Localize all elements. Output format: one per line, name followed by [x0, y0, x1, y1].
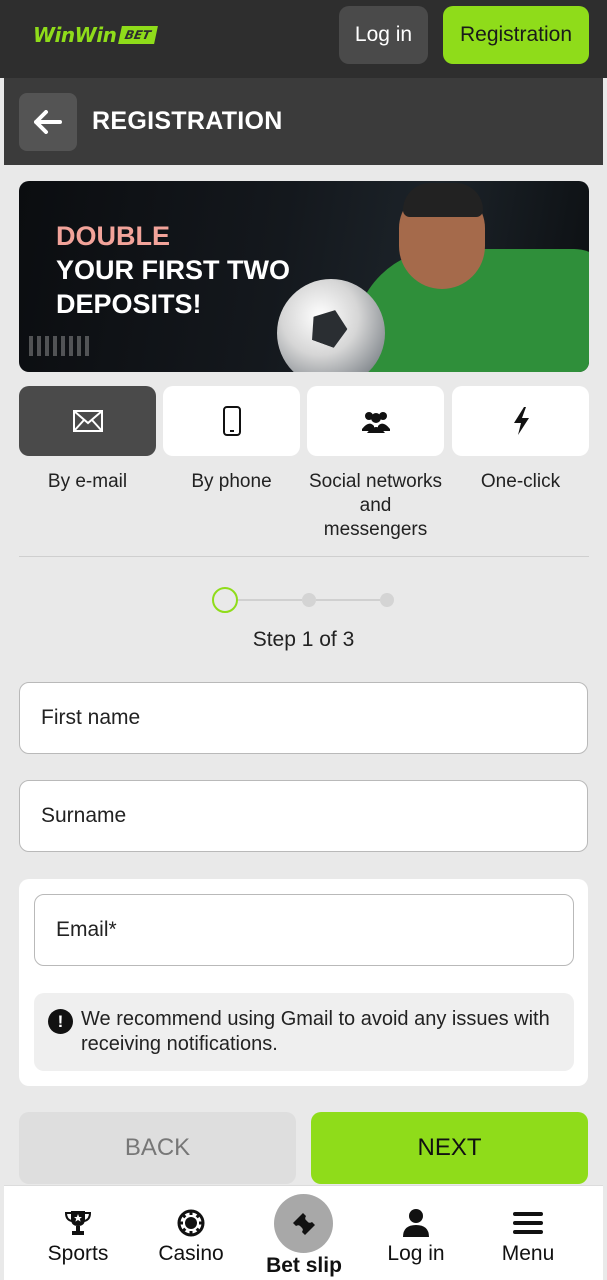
player-hair — [403, 183, 483, 217]
menu-icon — [513, 1212, 543, 1234]
users-icon — [361, 412, 390, 433]
method-oneclick-label[interactable]: One-click — [452, 470, 589, 494]
nav-sports[interactable]: Sports — [33, 1186, 123, 1280]
brand-logo[interactable]: WinWin BET — [33, 22, 158, 48]
first-name-field[interactable]: First name — [19, 682, 588, 754]
banner-line-3: DEPOSITS! — [56, 289, 202, 319]
page-title: REGISTRATION — [92, 107, 283, 135]
step-label: Step 1 of 3 — [252, 628, 355, 651]
method-email-label[interactable]: By e-mail — [19, 470, 156, 494]
nav-sports-label: Sports — [47, 1242, 109, 1265]
method-email-tab[interactable] — [19, 386, 156, 456]
top-bar: WinWin BET Log in Registration — [0, 0, 607, 78]
logo-badge: BET — [118, 26, 158, 44]
nav-menu-label: Menu — [501, 1242, 555, 1265]
nav-menu[interactable]: Menu — [483, 1186, 573, 1280]
login-button[interactable]: Log in — [339, 6, 428, 64]
nav-betslip-label[interactable]: Bet slip — [244, 1254, 364, 1278]
back-button[interactable]: BACK — [19, 1112, 296, 1184]
casino-chip-icon — [177, 1209, 205, 1237]
bottom-navigation: Sports Casino Bet slip Log in Menu — [4, 1185, 603, 1280]
method-social-tab[interactable] — [307, 386, 444, 456]
banner-headline: DOUBLE YOUR FIRST TWO DEPOSITS! — [56, 219, 290, 321]
surname-field[interactable]: Surname — [19, 780, 588, 852]
step-connector — [316, 599, 380, 601]
banner-highlight: DOUBLE — [56, 221, 170, 251]
step-indicator — [380, 593, 394, 607]
section-divider — [19, 556, 589, 557]
nav-casino-label: Casino — [158, 1242, 224, 1265]
lightning-icon — [513, 407, 529, 435]
promo-banner[interactable]: DOUBLE YOUR FIRST TWO DEPOSITS! — [19, 181, 589, 372]
nav-login[interactable]: Log in — [371, 1186, 461, 1280]
phone-icon — [222, 406, 241, 436]
gmail-notice: ! We recommend using Gmail to avoid any … — [34, 993, 574, 1071]
next-button[interactable]: NEXT — [311, 1112, 588, 1184]
trophy-icon — [64, 1211, 92, 1235]
back-arrow-button[interactable] — [19, 93, 77, 151]
email-field[interactable]: Email* — [34, 894, 574, 966]
envelope-icon — [72, 410, 103, 432]
step-indicator — [302, 593, 316, 607]
page-header: REGISTRATION — [4, 78, 603, 165]
nav-betslip-button[interactable] — [274, 1194, 333, 1253]
email-section: Email* ! We recommend using Gmail to avo… — [19, 879, 588, 1086]
user-icon — [403, 1209, 429, 1237]
banner-line-2: YOUR FIRST TWO — [56, 255, 290, 285]
nav-login-label: Log in — [387, 1242, 445, 1265]
ticket-icon — [292, 1212, 315, 1235]
arrow-left-icon — [34, 110, 62, 134]
method-phone-label[interactable]: By phone — [163, 470, 300, 494]
step-indicator-current — [212, 587, 238, 613]
step-connector — [238, 599, 302, 601]
registration-button[interactable]: Registration — [443, 6, 589, 64]
logo-text: WinWin — [33, 23, 117, 47]
method-social-label[interactable]: Social networks and messengers — [307, 470, 444, 542]
exclamation-icon: ! — [48, 1009, 73, 1034]
stadium-lights — [29, 336, 89, 356]
method-phone-tab[interactable] — [163, 386, 300, 456]
nav-casino[interactable]: Casino — [146, 1186, 236, 1280]
notice-text: We recommend using Gmail to avoid any is… — [81, 1008, 550, 1055]
method-oneclick-tab[interactable] — [452, 386, 589, 456]
